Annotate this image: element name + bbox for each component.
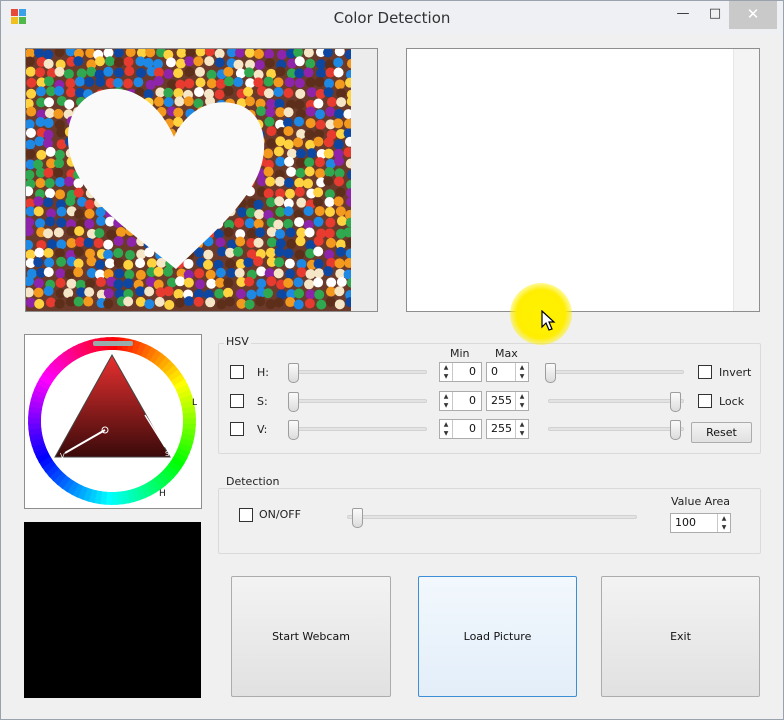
v-min-value: 0 [469, 422, 476, 435]
reset-button[interactable]: Reset [691, 422, 752, 443]
color-wheel-panel[interactable]: V S L H [24, 334, 202, 509]
start-webcam-button[interactable]: Start Webcam [231, 576, 391, 697]
v-min-slider-track[interactable] [291, 427, 427, 431]
invert-checkbox[interactable] [698, 365, 712, 379]
v-max-slider-track[interactable] [548, 427, 684, 431]
h-max-spinner[interactable]: ▲ ▼ 0 [486, 362, 529, 382]
h-max-slider-thumb[interactable] [545, 363, 556, 383]
s-checkbox[interactable] [230, 394, 244, 408]
s-max-slider-thumb[interactable] [670, 392, 681, 412]
source-picture [25, 48, 378, 312]
s-min-slider-track[interactable] [291, 399, 427, 403]
s-min-value: 0 [469, 394, 476, 407]
mouse-pointer-icon [541, 310, 556, 331]
h-min-slider-thumb[interactable] [288, 363, 299, 383]
detection-onoff-checkbox[interactable] [239, 508, 253, 522]
minimize-button[interactable]: — [665, 1, 701, 29]
min-header: Min [450, 347, 470, 360]
s-min-slider-thumb[interactable] [288, 392, 299, 412]
lock-label: Lock [719, 395, 745, 408]
hsv-wheel[interactable]: V S L H [25, 335, 201, 508]
v-checkbox[interactable] [230, 422, 244, 436]
lock-checkbox[interactable] [698, 394, 712, 408]
h-checkbox[interactable] [230, 365, 244, 379]
close-button[interactable]: ✕ [729, 1, 777, 29]
maximize-button[interactable]: □ [701, 1, 729, 29]
title-bar[interactable]: Color Detection — □ ✕ [1, 1, 783, 35]
h-min-spinner[interactable]: ▲ ▼ 0 [439, 362, 482, 382]
candy-image [26, 49, 377, 311]
load-picture-button[interactable]: Load Picture [418, 576, 577, 697]
value-area-spinner[interactable]: 100 ▲ ▼ [670, 513, 731, 533]
color-preview-box [24, 522, 201, 698]
s-min-spinner[interactable]: ▲ ▼ 0 [439, 391, 482, 411]
detection-slider-thumb[interactable] [352, 508, 363, 528]
s-label: S: [257, 395, 268, 408]
v-marker: V [60, 452, 65, 460]
detection-group-label: Detection [224, 475, 282, 488]
detection-slider-track[interactable] [347, 515, 637, 519]
result-scroll-area [733, 49, 759, 311]
h-max-value: 0 [491, 365, 498, 378]
v-max-slider-thumb[interactable] [670, 420, 681, 440]
v-max-spinner[interactable]: ▲ ▼ 255 [486, 419, 529, 439]
h-label: H: [257, 366, 269, 379]
invert-label: Invert [719, 366, 752, 379]
l-marker: L [192, 398, 197, 408]
h-marker: H [159, 489, 166, 499]
value-area-value: 100 [675, 516, 696, 529]
app-window: Color Detection — □ ✕ V S L H HSV Min Ma… [0, 0, 784, 720]
result-picture [406, 48, 760, 312]
h-max-slider-track[interactable] [548, 370, 684, 374]
s-max-slider-track[interactable] [548, 399, 684, 403]
s-marker: S [165, 450, 170, 458]
exit-button[interactable]: Exit [601, 576, 760, 697]
v-label: V: [257, 423, 268, 436]
detection-onoff-label: ON/OFF [259, 508, 301, 521]
h-min-value: 0 [469, 365, 476, 378]
s-max-spinner[interactable]: ▲ ▼ 255 [486, 391, 529, 411]
hsv-group-label: HSV [224, 335, 251, 348]
s-max-value: 255 [491, 394, 512, 407]
max-header: Max [495, 347, 518, 360]
v-min-spinner[interactable]: ▲ ▼ 0 [439, 419, 482, 439]
h-min-slider-track[interactable] [291, 370, 427, 374]
value-area-label: Value Area [671, 495, 731, 508]
v-min-slider-thumb[interactable] [288, 420, 299, 440]
v-max-value: 255 [491, 422, 512, 435]
